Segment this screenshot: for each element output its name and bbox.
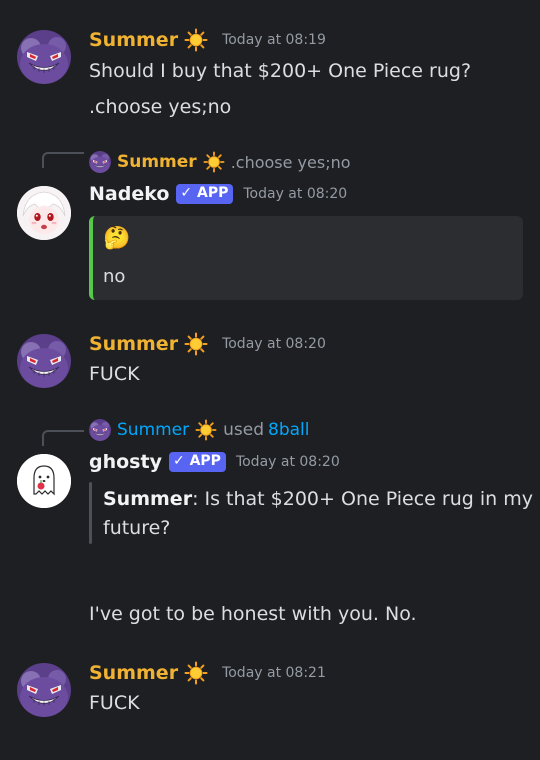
- avatar[interactable]: [17, 186, 71, 240]
- sun-emoji-icon: [203, 151, 225, 173]
- blockquote-line: Summer: Is that $200+ One Piece rug in m…: [103, 488, 533, 510]
- message-text: FUCK: [89, 692, 140, 714]
- app-badge: ✓ APP: [176, 184, 234, 204]
- author-name[interactable]: Summer: [89, 333, 178, 355]
- author-name[interactable]: Summer: [89, 662, 178, 684]
- message-text: Should I buy that $200+ One Piece rug?: [89, 60, 472, 82]
- avatar[interactable]: [17, 30, 71, 84]
- avatar[interactable]: [17, 663, 71, 717]
- thinking-emoji-icon: 🤔: [103, 226, 131, 251]
- embed: 🤔 no: [89, 216, 523, 300]
- reply-text: .choose yes;no: [230, 152, 351, 172]
- reply-used-text: used: [223, 420, 265, 440]
- checkmark-icon: ✓: [180, 185, 193, 201]
- sun-emoji-icon: [184, 661, 208, 685]
- message-text: FUCK: [89, 363, 140, 385]
- timestamp: Today at 08:20: [222, 336, 326, 352]
- author-name[interactable]: Nadeko: [89, 183, 169, 205]
- app-badge: ✓ APP: [168, 452, 226, 472]
- avatar: [89, 151, 111, 173]
- message-text: I've got to be honest with you. No.: [89, 603, 417, 625]
- sun-emoji-icon: [184, 332, 208, 356]
- sun-emoji-icon: [195, 419, 217, 441]
- timestamp: Today at 08:21: [222, 665, 326, 681]
- reply-preview[interactable]: Summer used 8ball: [89, 419, 310, 441]
- reply-connector: [42, 430, 84, 446]
- message-text: .choose yes;no: [89, 96, 232, 118]
- command-link[interactable]: 8ball: [268, 420, 309, 440]
- checkmark-icon: ✓: [172, 453, 185, 469]
- sun-emoji-icon: [184, 28, 208, 52]
- quote-author: Summer: [103, 488, 193, 510]
- reply-author[interactable]: Summer: [117, 152, 197, 172]
- avatar: [89, 419, 111, 441]
- embed-text: no: [103, 266, 126, 287]
- author-name[interactable]: Summer: [89, 29, 178, 51]
- avatar[interactable]: [17, 334, 71, 388]
- blockquote-line: future?: [103, 517, 171, 539]
- timestamp: Today at 08:19: [222, 32, 326, 48]
- timestamp: Today at 08:20: [243, 186, 348, 202]
- blockquote-bar: [89, 482, 92, 544]
- app-badge-label: APP: [197, 185, 229, 201]
- quote-text: : Is that $200+ One Piece rug in my: [192, 488, 533, 510]
- reply-author[interactable]: Summer: [117, 420, 189, 440]
- reply-connector: [42, 152, 84, 168]
- timestamp: Today at 08:20: [235, 454, 340, 470]
- avatar[interactable]: [17, 454, 71, 508]
- author-name[interactable]: ghosty: [89, 451, 162, 473]
- app-badge-label: APP: [189, 453, 221, 469]
- reply-preview[interactable]: Summer .choose yes;no: [89, 151, 351, 173]
